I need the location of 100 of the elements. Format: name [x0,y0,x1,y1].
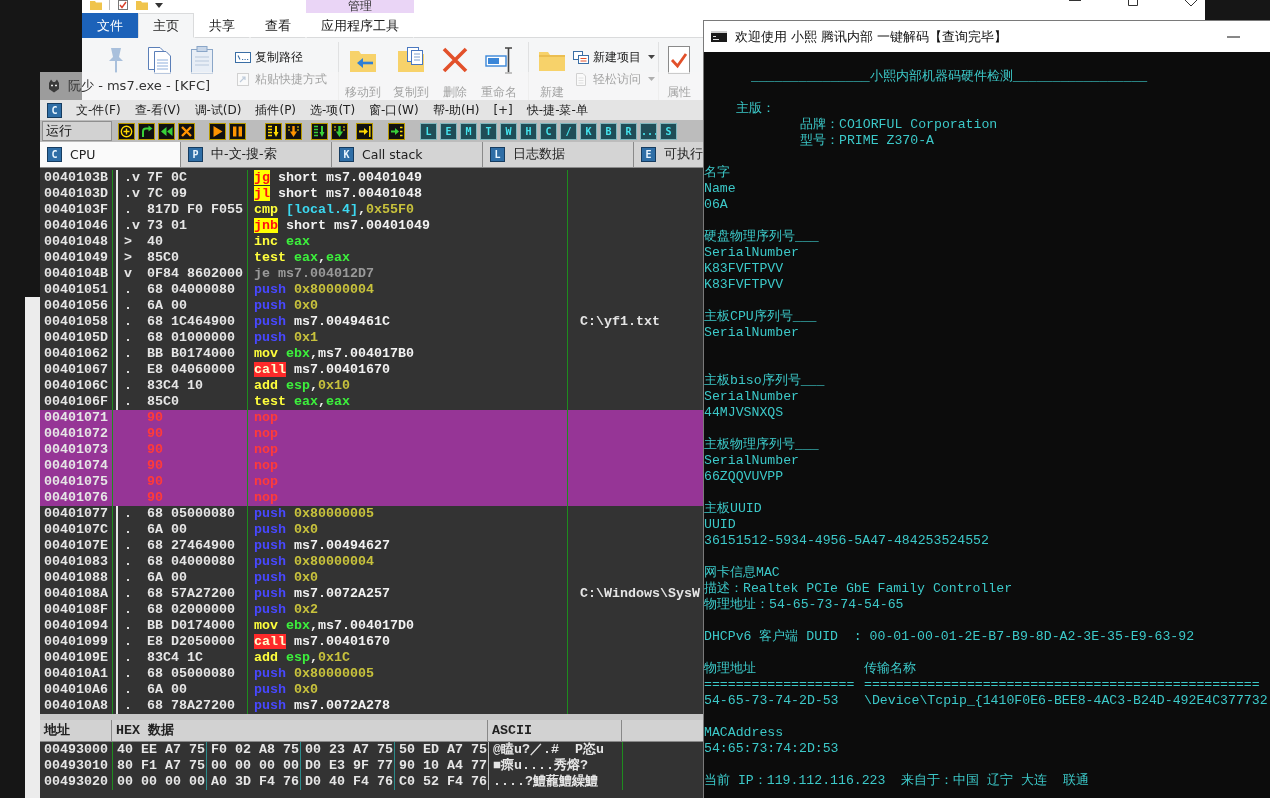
jump-marker: . [124,282,132,297]
address-cell: 0040103B [44,170,108,185]
console-text: 传输名称 [864,661,916,676]
file-tab[interactable]: 文件 [82,13,138,38]
instruction-cell: test eax,eax [254,394,350,409]
tab[interactable]: P 中-文-搜-索 [181,142,332,167]
maximize-icon[interactable] [1127,0,1139,6]
toolbar-button[interactable]: H [520,122,537,140]
letter-icon[interactable]: C [47,102,62,118]
code-row[interactable]: 00401076 90 nop [40,490,703,506]
address-cell: 00401074 [44,458,108,473]
bytes-cell: 68 27464900 [147,538,235,553]
ribbon-tab[interactable]: 主页 [138,13,194,38]
menu-item[interactable]: 快-捷-菜-单 [526,101,588,119]
toolbar-button[interactable]: ... [640,122,657,140]
toolbar-button[interactable] [209,122,226,140]
toolbar-button[interactable] [388,122,405,140]
close-icon[interactable] [1185,0,1197,6]
instruction-cell: push 0x1 [254,330,318,345]
toolbar-button[interactable] [265,122,282,140]
address-cell: 00401073 [44,442,108,457]
menu-item[interactable]: 窗-口(W) [369,101,419,119]
tab[interactable]: C CPU [40,142,181,167]
bytes-cell: 6A 00 [147,298,187,313]
instruction-cell: nop [254,410,278,425]
menu-item[interactable]: [+] [493,103,513,117]
console-text: 名字 [704,165,730,181]
menu-item[interactable]: 选-项(T) [310,101,356,119]
comment-cell: C:\yf1.txt [580,314,660,329]
code-row[interactable]: 00401072 90 nop [40,426,703,442]
menu-item[interactable]: 文-件(F) [76,101,121,119]
toolbar-button[interactable] [331,122,348,140]
context-tab-header: 管理 [306,0,414,13]
console-text: =================== [704,677,855,692]
toolbar-button[interactable]: W [500,122,517,140]
tab[interactable]: E 可执行 [634,142,703,167]
toolbar-button[interactable]: L [420,122,437,140]
bytes-cell: 83C4 1C [147,650,203,665]
menu-item[interactable]: 插件(P) [255,101,297,119]
toolbar-button[interactable]: S [660,122,677,140]
address-cell: 00401051 [44,282,108,297]
menu-item[interactable]: 调-试(D) [194,101,242,119]
toolbar-button[interactable] [285,122,302,140]
toolbar-button[interactable] [356,122,373,140]
instruction-cell: call ms7.00401670 [254,634,390,649]
toolbar-button[interactable]: K [580,122,597,140]
address-cell: 0040106F [44,394,108,409]
toolbar-button[interactable] [118,122,135,140]
toolbar-button[interactable]: T [480,122,497,140]
toolbar-button[interactable]: M [460,122,477,140]
code-row[interactable]: 00401071 90 nop [40,410,703,426]
toolbar-button[interactable]: C [540,122,557,140]
toolbar-button[interactable] [138,122,155,140]
toolbar-button[interactable] [178,122,195,140]
address-cell: 00401094 [44,618,108,633]
tab[interactable]: K Call stack [332,142,483,167]
arrow-right-icon [390,124,403,138]
jump-marker: . [124,522,132,537]
menu-item[interactable]: 帮-助(H) [432,101,480,119]
toolbar-button[interactable]: B [600,122,617,140]
checklist-icon[interactable] [117,0,129,10]
instruction-cell: push ms7.00494627 [254,538,390,553]
letter-icon: P [188,147,203,162]
hex-cell: 90 10 A4 77 [399,758,487,773]
bytes-cell: 6A 00 [147,570,187,585]
comment-cell: C:\Windows\SysW [580,586,700,601]
code-row[interactable]: 00401073 90 nop [40,442,703,458]
toolbar-button[interactable] [229,122,246,140]
toolbar-button[interactable]: R [620,122,637,140]
toolbar-button[interactable]: / [560,122,577,140]
tab[interactable]: L 日志数据 [483,142,634,167]
ribbon-button[interactable]: 新建项目 [573,50,655,64]
toolbar-button[interactable] [158,122,175,140]
jump-marker: . [124,698,132,713]
ribbon-button[interactable]: 复制路径 [235,50,327,64]
code-row[interactable]: 00401075 90 nop [40,474,703,490]
console-text: 主板UUID [704,501,762,517]
address-cell: 00401072 [44,426,108,441]
jump-marker: . [124,394,132,409]
menu-item[interactable]: 查-看(V) [134,101,181,119]
console-text: 当前 IP：119.112.116.223 来自于：中国 辽宁 大连 联通 [704,773,1089,789]
console-text: 主板物理序列号___ [704,437,819,453]
instruction-cell: nop [254,442,278,457]
instruction-cell: mov ebx,ms7.004017D0 [254,618,414,633]
hex-cell: 80 F1 A7 75 [117,758,205,773]
caret-icon[interactable] [155,3,163,8]
toolbar-button[interactable] [311,122,328,140]
bytes-cell: 90 [147,410,163,425]
instruction-cell: nop [254,426,278,441]
toolbar-button[interactable]: E [440,122,457,140]
address-cell: 0040108A [44,586,108,601]
ascii-cell: ■瘝u....秀熔? [493,758,588,773]
console-text: 型号：PRIME Z370-A [800,133,934,149]
jump-marker: .v [124,170,140,185]
console-text: 硬盘物理序列号___ [704,229,819,245]
documents-icon[interactable] [145,45,173,75]
lines-arrow-down-icon [313,124,326,138]
clipboard-icon[interactable] [188,45,216,75]
code-row[interactable]: 00401074 90 nop [40,458,703,474]
console-text: SerialNumber [704,245,799,261]
